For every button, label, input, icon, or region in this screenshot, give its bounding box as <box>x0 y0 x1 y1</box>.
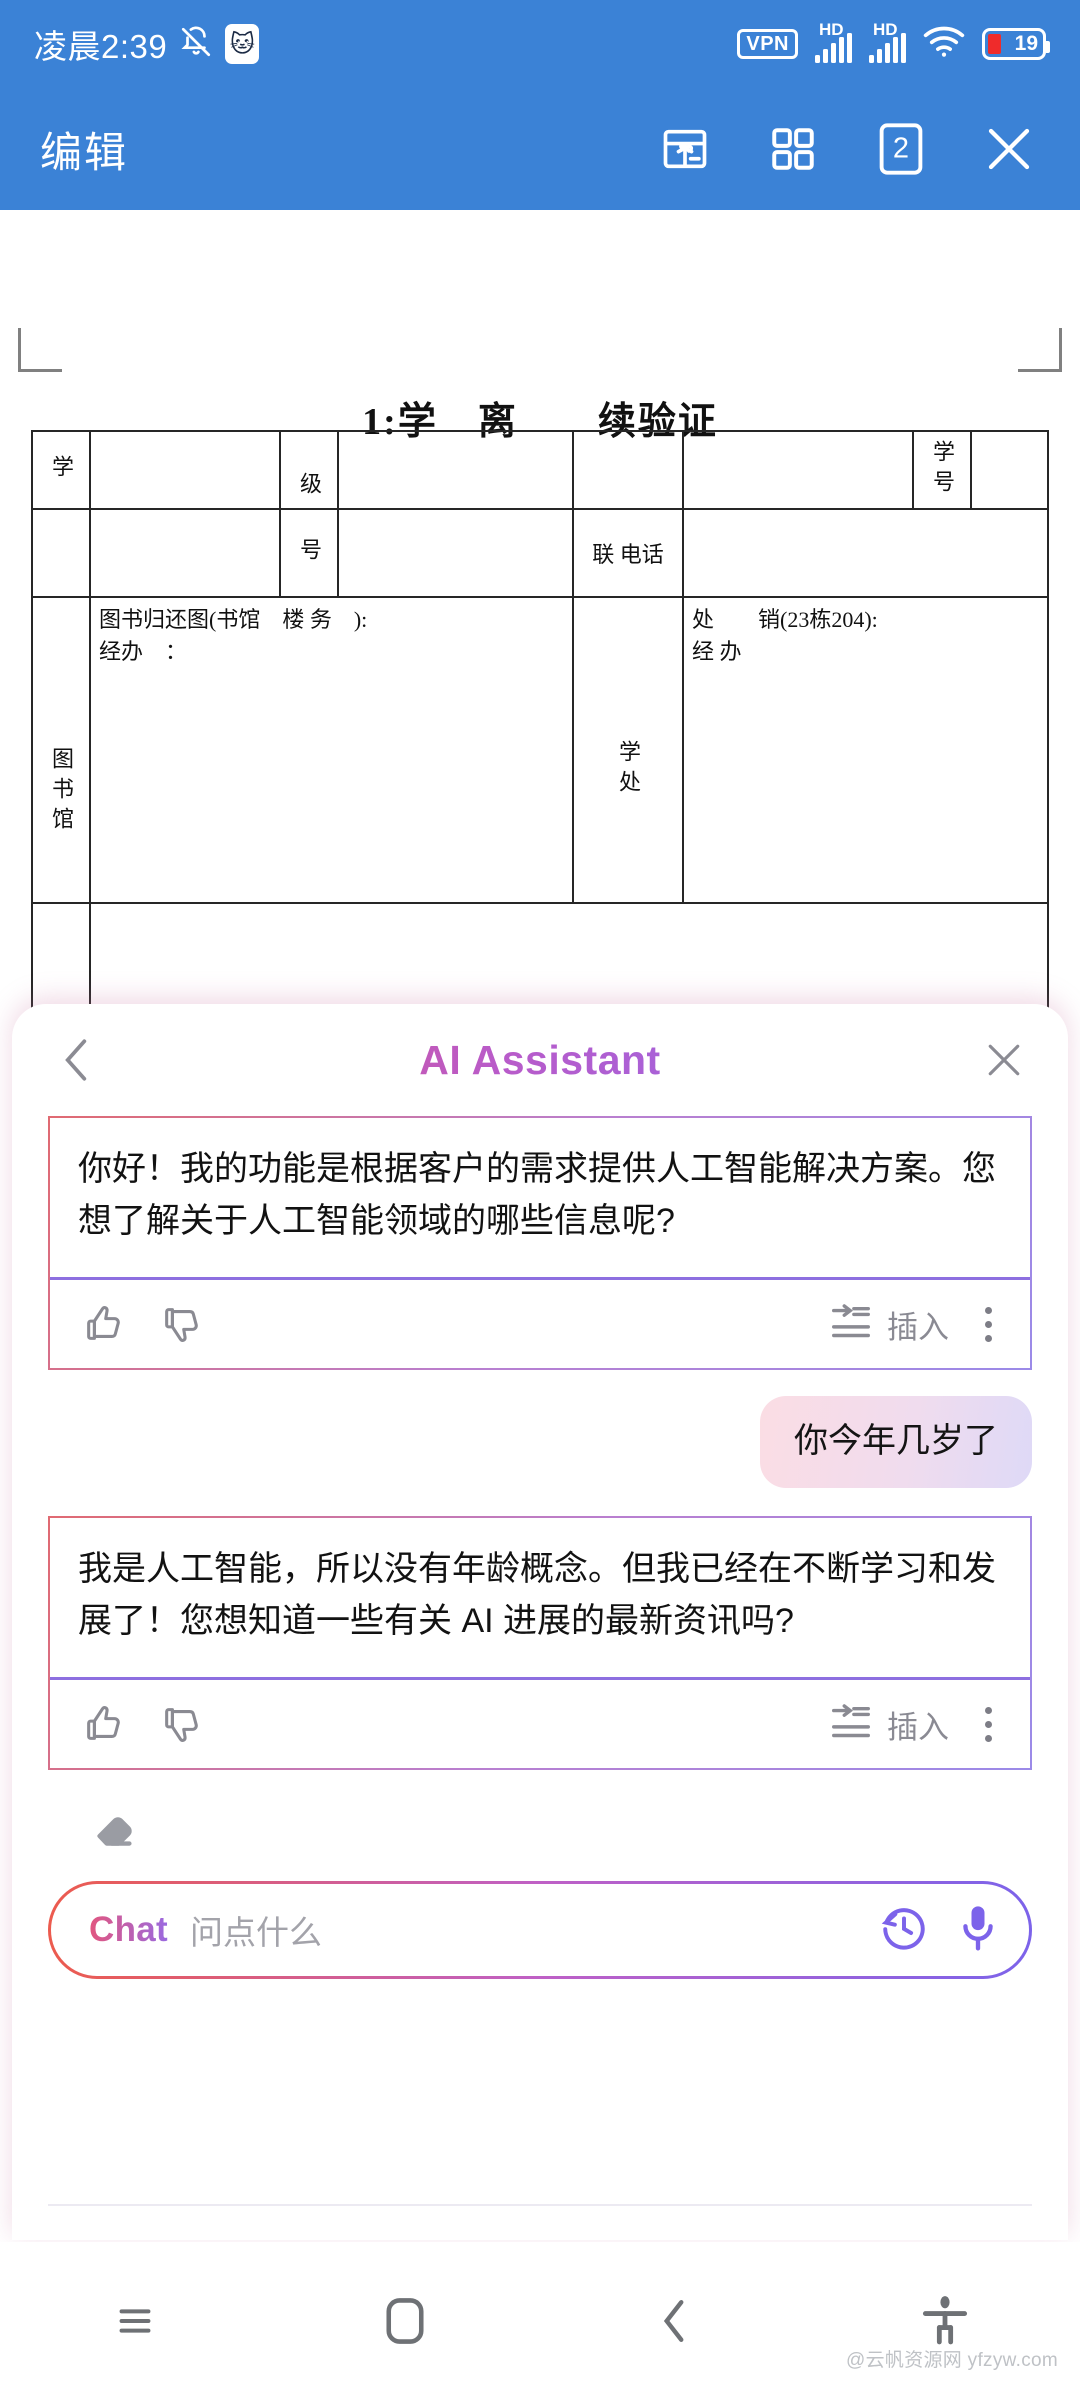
thumbs-up-icon[interactable] <box>78 1698 130 1750</box>
cell-blank-4 <box>682 430 914 510</box>
insert-text-icon <box>825 1698 877 1750</box>
status-bar-left: 凌晨2:39 🐱 <box>34 20 260 68</box>
chat-input-icons <box>879 1902 999 1959</box>
eraser-icon[interactable] <box>92 1817 148 1860</box>
status-bar: 凌晨2:39 🐱 VPN HD HD 19 <box>0 0 1080 88</box>
thumbs-down-icon[interactable] <box>156 1698 208 1750</box>
insert-button[interactable]: 插入 <box>825 1698 949 1750</box>
app-title: 编辑 <box>40 128 129 176</box>
cell-office-content: 处 销(23栋204): 经 办 <box>682 596 1049 904</box>
back-chevron-icon[interactable] <box>48 1032 104 1088</box>
signature-stamp-icon[interactable] <box>654 118 716 180</box>
signal-icon-2: HD <box>869 21 906 63</box>
insert-text-icon <box>825 1298 877 1350</box>
insert-label: 插入 <box>887 1709 949 1745</box>
table-row: 号 联 电话 <box>31 508 1049 598</box>
cell-blank-1 <box>89 430 281 510</box>
message-action-bar: 插入 <box>50 1280 1030 1368</box>
insert-button[interactable]: 插入 <box>825 1298 949 1350</box>
office-line-2: 经 办 <box>692 638 742 664</box>
panel-bottom-divider <box>48 2204 1032 2206</box>
cell-blank-3 <box>572 430 684 510</box>
chat-input-bar[interactable]: Chat 问点什么 <box>48 1881 1032 1979</box>
battery-percent: 19 <box>1014 32 1038 55</box>
cell-library-label: 图书馆 <box>31 596 91 904</box>
cell-library-content: 图书归还图(书馆 楼 务 ): 经办 ： <box>89 596 574 904</box>
thumbs-up-icon[interactable] <box>78 1298 130 1350</box>
page-count-label: 2 <box>892 132 910 165</box>
watermark: @云帆资源网 yfzyw.com <box>846 2350 1058 2371</box>
office-line-1: 处 销(23栋204): <box>692 607 878 632</box>
grid-layout-icon[interactable] <box>762 118 824 180</box>
cell-blank-2 <box>337 430 574 510</box>
table-row: 学 级 学号 <box>31 430 1049 510</box>
chat-message-list[interactable]: 你好！我的功能是根据客户的需求提供人工智能解决方案。您想了解关于人工智能领域的哪… <box>12 1116 1068 1869</box>
close-icon[interactable] <box>978 118 1040 180</box>
cell-blank-5 <box>970 430 1049 510</box>
cell-academic-office-label: 学处 <box>572 596 684 904</box>
app-bar-actions: 2 <box>654 118 1040 180</box>
ai-panel-header: AI Assistant <box>12 1004 1068 1116</box>
cell-blank-6 <box>31 508 91 598</box>
cell-number-label: 号 <box>279 508 339 598</box>
cat-app-icon: 🐱 <box>225 24 260 64</box>
assistant-message-bubble: 你好！我的功能是根据客户的需求提供人工智能解决方案。您想了解关于人工智能领域的哪… <box>48 1116 1032 1371</box>
hd-label-2: HD <box>873 20 898 39</box>
page-count-icon[interactable]: 2 <box>870 118 932 180</box>
library-line-2: 经办 ： <box>99 638 188 664</box>
chat-input-placeholder[interactable]: 问点什么 <box>190 1906 322 1954</box>
more-vertical-icon[interactable] <box>975 1706 1002 1742</box>
phone-screen: 凌晨2:39 🐱 VPN HD HD 19 编辑 2 1:学 离 续验证 学 级… <box>0 0 1080 2400</box>
hd-label-1: HD <box>819 20 844 39</box>
status-time: 凌晨2:39 <box>34 28 168 65</box>
cell-blank-7 <box>89 508 281 598</box>
thumbs-down-icon[interactable] <box>156 1298 208 1350</box>
user-message-row: 你今年几岁了 <box>48 1396 1032 1488</box>
cell-student-label: 学 <box>31 430 91 510</box>
assistant-message-text: 我是人工智能，所以没有年龄概念。但我已经在不断学习和发展了！您想知道一些有关 A… <box>78 1549 996 1640</box>
history-icon[interactable] <box>879 1903 929 1958</box>
more-vertical-icon[interactable] <box>975 1306 1002 1342</box>
app-bar: 编辑 2 <box>0 88 1080 210</box>
microphone-icon[interactable] <box>957 1902 999 1959</box>
status-bar-right: VPN HD HD 19 <box>737 21 1050 63</box>
assistant-message-text: 你好！我的功能是根据客户的需求提供人工智能解决方案。您想了解关于人工智能领域的哪… <box>78 1150 996 1240</box>
crop-handle-top-right[interactable] <box>1018 328 1062 372</box>
cell-blank-9 <box>682 508 1049 598</box>
home-icon[interactable] <box>270 2295 540 2347</box>
table-row: 图书馆 图书归还图(书馆 楼 务 ): 经办 ： 学处 处 销(23栋204):… <box>31 596 1049 904</box>
ai-panel-title: AI Assistant <box>104 1037 976 1084</box>
wifi-icon <box>923 26 965 63</box>
accessibility-icon[interactable] <box>810 2294 1080 2348</box>
back-icon[interactable] <box>540 2296 810 2346</box>
assistant-message-bubble: 我是人工智能，所以没有年龄概念。但我已经在不断学习和发展了！您想知道一些有关 A… <box>48 1515 1032 1771</box>
system-navigation-bar: @云帆资源网 yfzyw.com <box>0 2242 1080 2400</box>
message-action-bar: 插入 <box>50 1680 1030 1768</box>
cell-student-id-label: 学号 <box>912 430 972 510</box>
close-icon[interactable] <box>976 1032 1032 1088</box>
chat-brand-label: Chat <box>89 1910 168 1950</box>
battery-indicator: 19 <box>982 28 1050 60</box>
cell-phone-label: 联 电话 <box>572 508 684 598</box>
bell-mute-icon <box>179 25 213 64</box>
recents-icon[interactable] <box>0 2298 270 2344</box>
insert-label: 插入 <box>887 1309 949 1345</box>
cell-grade-label: 级 <box>279 430 339 510</box>
ai-assistant-panel: AI Assistant 你好！我的功能是根据客户的需求提供人工智能解决方案。您… <box>12 1004 1068 2240</box>
library-line-1: 图书归还图(书馆 楼 务 ): <box>99 607 368 632</box>
clear-chat-row <box>48 1780 1032 1869</box>
user-message-bubble: 你今年几岁了 <box>760 1396 1032 1488</box>
cell-blank-8 <box>337 508 574 598</box>
crop-handle-top-left[interactable] <box>18 328 62 372</box>
signal-icon-1: HD <box>815 21 852 63</box>
vpn-badge: VPN <box>737 29 798 59</box>
